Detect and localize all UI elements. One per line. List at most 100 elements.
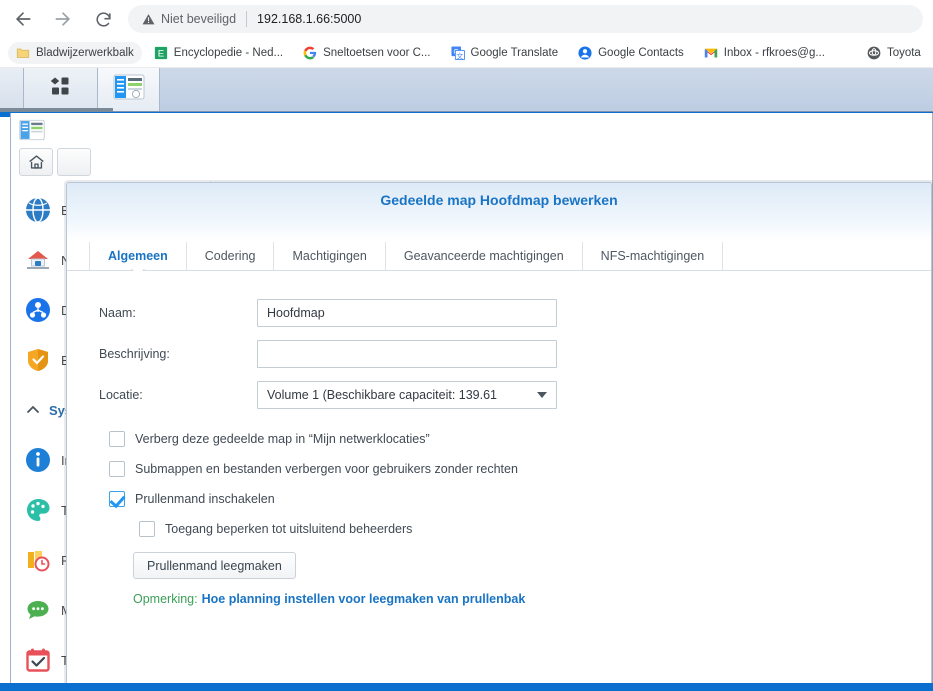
checkbox-row-toegang-beperken[interactable]: Toegang beperken tot uitsluitend beheerd… xyxy=(67,514,931,544)
bookmark-bladwijzerwerkbalk[interactable]: Bladwijzerwerkbalk xyxy=(8,41,142,64)
bookmark-label: Sneltoetsen voor C... xyxy=(323,46,431,59)
message-bubble-icon xyxy=(25,597,51,623)
locatie-label: Locatie: xyxy=(99,387,143,402)
bookmark-label: Encyclopedie - Ned... xyxy=(173,46,284,59)
checkbox-row-verberg-map[interactable]: Verberg deze gedeelde map in “Mijn netwe… xyxy=(67,424,931,454)
warning-triangle-icon xyxy=(142,13,155,26)
tab-algemeen[interactable]: Algemeen xyxy=(89,242,187,275)
dialog-body: Naam: Hoofdmap Beschrijving: Locatie: Vo… xyxy=(67,271,931,685)
tab-codering[interactable]: Codering xyxy=(187,242,275,270)
dialog-header: Gedeelde map Hoofdmap bewerken xyxy=(67,183,931,241)
bookmark-sneltoetsen[interactable]: Sneltoetsen voor C... xyxy=(295,42,438,64)
svg-text:文: 文 xyxy=(456,51,463,60)
tab-label: Codering xyxy=(204,249,256,263)
field-row-locatie: Locatie: Volume 1 (Beschikbare capacitei… xyxy=(67,379,931,410)
url-text[interactable]: 192.168.1.66:5000 xyxy=(257,12,361,26)
control-panel-toolbar xyxy=(11,145,932,179)
calendar-check-icon xyxy=(25,647,51,673)
google-contacts-icon xyxy=(578,45,592,60)
shield-icon xyxy=(25,347,51,373)
bookmark-label: Inbox - rfkroes@g... xyxy=(723,46,825,59)
bookmark-toyota[interactable]: Toyota xyxy=(859,42,929,64)
tab-label: Algemeen xyxy=(108,249,168,263)
prullenmand-inschakelen-checkbox[interactable] xyxy=(109,491,125,507)
note-label: Opmerking: xyxy=(133,592,198,606)
google-translate-icon: G文 xyxy=(450,45,465,60)
verberg-map-label: Verberg deze gedeelde map in “Mijn netwe… xyxy=(135,432,430,446)
region-clock-icon xyxy=(25,547,51,573)
tab-label: NFS-machtigingen xyxy=(600,249,705,263)
bookmark-label: Toyota xyxy=(886,46,921,59)
prullenmand-inschakelen-label: Prullenmand inschakelen xyxy=(135,492,275,506)
verberg-map-checkbox[interactable] xyxy=(109,431,125,447)
tab-nfs-machtigingen[interactable]: NFS-machtigingen xyxy=(583,242,724,270)
bookmark-inbox-gmail[interactable]: Inbox - rfkroes@g... xyxy=(696,42,833,64)
note-link[interactable]: Hoe planning instellen voor leegmaken va… xyxy=(202,592,526,606)
dialog-tabs: Algemeen Codering Machtigingen Geavancee… xyxy=(67,241,931,275)
browser-nav-bar: Niet beveiligd 192.168.1.66:5000 xyxy=(0,0,933,38)
edit-shared-folder-dialog: Gedeelde map Hoofdmap bewerken Algemeen … xyxy=(66,182,932,691)
bookmark-encyclopedie[interactable]: E Encyclopedie - Ned... xyxy=(146,42,291,64)
gmail-icon xyxy=(704,46,718,60)
taskbar-empty-area xyxy=(160,68,933,111)
arrow-right-icon[interactable] xyxy=(46,2,80,36)
toegang-beperken-label: Toegang beperken tot uitsluitend beheerd… xyxy=(165,522,413,536)
address-bar[interactable]: Niet beveiligd 192.168.1.66:5000 xyxy=(128,5,923,33)
reload-icon[interactable] xyxy=(86,2,120,36)
bookmark-bar: Bladwijzerwerkbalk E Encyclopedie - Ned.… xyxy=(0,38,933,68)
empty-trash-button[interactable]: Prullenmand leegmaken xyxy=(133,552,296,579)
tab-label: Geavanceerde machtigingen xyxy=(403,249,564,263)
submappen-verbergen-checkbox[interactable] xyxy=(109,461,125,477)
svg-text:E: E xyxy=(158,48,164,59)
chevron-up-icon xyxy=(25,402,41,418)
locatie-select[interactable]: Volume 1 (Beschikbare capaciteit: 139.61 xyxy=(257,380,557,409)
beschrijving-input[interactable] xyxy=(257,339,557,368)
toegang-beperken-checkbox[interactable] xyxy=(139,521,155,537)
control-panel-tool-2[interactable] xyxy=(57,148,91,176)
checkbox-row-prullenmand-inschakelen[interactable]: Prullenmand inschakelen xyxy=(67,484,931,514)
empty-trash-wrapper: Prullenmand leegmaken xyxy=(67,552,931,579)
taskbar-control-panel-button[interactable] xyxy=(98,68,160,111)
tab-label: Machtigingen xyxy=(292,249,367,263)
bookmark-label: Bladwijzerwerkbalk xyxy=(36,46,134,59)
dialog-title: Gedeelde map Hoofdmap bewerken xyxy=(380,192,618,208)
tab-machtigingen[interactable]: Machtigingen xyxy=(274,242,386,270)
home-icon[interactable] xyxy=(19,148,53,176)
dsm-taskbar xyxy=(0,68,933,112)
info-icon xyxy=(25,447,51,473)
locatie-value: Volume 1 (Beschikbare capaciteit: 139.61 xyxy=(267,387,497,402)
bookmark-google-translate[interactable]: G文 Google Translate xyxy=(443,42,567,64)
bookmark-label: Google Translate xyxy=(470,46,559,59)
security-status[interactable]: Niet beveiligd xyxy=(142,12,236,26)
submappen-verbergen-label: Submappen en bestanden verbergen voor ge… xyxy=(135,462,518,476)
bookmark-label: Google Contacts xyxy=(598,46,684,59)
arrow-left-icon[interactable] xyxy=(6,2,40,36)
network-house-icon xyxy=(25,247,51,273)
note-row: Opmerking: Hoe planning instellen voor le… xyxy=(67,592,931,606)
field-row-beschrijving: Beschrijving: xyxy=(67,338,931,369)
folder-icon xyxy=(16,46,30,60)
omnibox-divider xyxy=(246,11,248,27)
checkbox-row-submappen-verbergen[interactable]: Submappen en bestanden verbergen voor ge… xyxy=(67,454,931,484)
dhcp-icon xyxy=(25,297,51,323)
control-panel-icon xyxy=(113,74,145,105)
toyota-icon xyxy=(867,46,881,60)
field-row-naam: Naam: Hoofdmap xyxy=(67,297,931,328)
chevron-down-icon xyxy=(537,391,547,398)
encyclopedia-icon: E xyxy=(154,46,168,60)
security-label: Niet beveiligd xyxy=(161,12,237,26)
naam-label: Naam: xyxy=(99,305,136,320)
main-menu-button[interactable] xyxy=(24,68,98,111)
naam-input[interactable]: Hoofdmap xyxy=(257,298,557,327)
globe-icon xyxy=(25,197,51,223)
bookmark-google-contacts[interactable]: Google Contacts xyxy=(570,42,692,64)
control-panel-window-icon xyxy=(19,119,45,141)
dsm-bottom-bar xyxy=(0,683,933,691)
taskbar-left-edge xyxy=(0,68,24,111)
tab-geavanceerde-machtigingen[interactable]: Geavanceerde machtigingen xyxy=(386,242,583,270)
naam-value: Hoofdmap xyxy=(267,305,325,320)
browser-chrome: Niet beveiligd 192.168.1.66:5000 Bladwij… xyxy=(0,0,933,68)
app-grid-icon xyxy=(48,76,74,103)
google-g-icon xyxy=(303,46,317,60)
palette-icon xyxy=(25,497,51,523)
